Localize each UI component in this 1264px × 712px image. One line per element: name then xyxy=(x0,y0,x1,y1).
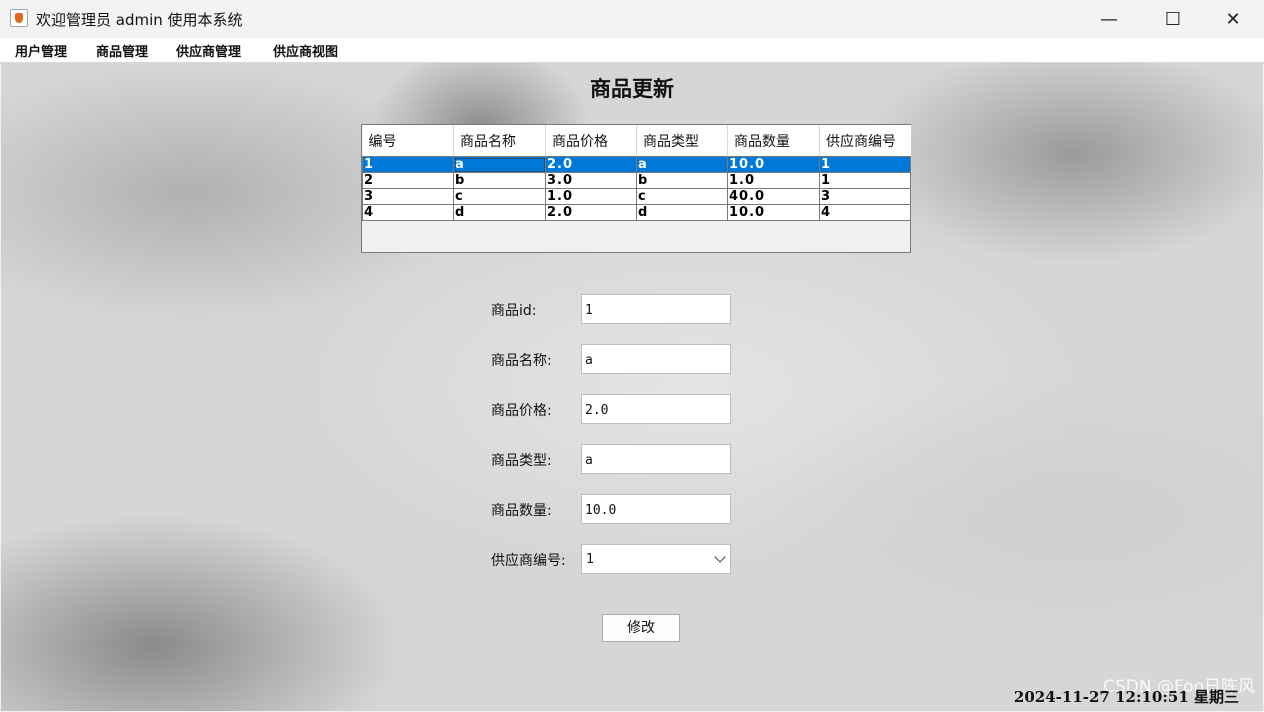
table-cell[interactable]: b xyxy=(453,172,546,189)
table-cell[interactable]: a xyxy=(453,156,546,173)
column-header-quantity[interactable]: 商品数量 xyxy=(727,125,820,157)
table-cell[interactable]: c xyxy=(453,188,546,205)
product-id-field[interactable]: 1 xyxy=(581,294,731,324)
table-header: 编号 商品名称 商品价格 商品类型 商品数量 供应商编号 xyxy=(362,125,911,157)
table-cell[interactable]: 40.0 xyxy=(727,188,820,205)
content-panel: 商品更新 编号 商品名称 商品价格 商品类型 商品数量 供应商编号 1 a 2.… xyxy=(1,63,1263,711)
table-cell[interactable]: 1 xyxy=(819,172,911,189)
table-row[interactable]: 3 c 1.0 c 40.0 3 xyxy=(362,188,911,205)
table-cell[interactable]: 3 xyxy=(819,188,911,205)
table-cell[interactable]: 3.0 xyxy=(545,172,637,189)
chevron-down-icon[interactable] xyxy=(714,551,726,563)
product-quantity-label: 商品数量: xyxy=(491,503,552,519)
menu-supplier-view[interactable]: 供应商视图 xyxy=(273,41,338,60)
table-cell[interactable]: 2.0 xyxy=(545,156,637,173)
status-clock: 2024-11-27 12:10:51 星期三 xyxy=(1013,688,1239,706)
table-cell[interactable]: 1 xyxy=(362,156,454,173)
table-cell[interactable]: 3 xyxy=(362,188,454,205)
column-header-price[interactable]: 商品价格 xyxy=(545,125,637,157)
product-table[interactable]: 编号 商品名称 商品价格 商品类型 商品数量 供应商编号 1 a 2.0 a 1… xyxy=(361,124,911,253)
table-cell[interactable]: 4 xyxy=(362,204,454,221)
product-quantity-field[interactable]: 10.0 xyxy=(581,494,731,524)
product-type-field[interactable]: a xyxy=(581,444,731,474)
table-cell[interactable]: 1.0 xyxy=(727,172,820,189)
title-bar: 欢迎管理员 admin 使用本系统 — ☐ ✕ xyxy=(0,0,1264,38)
product-name-field[interactable]: a xyxy=(581,344,731,374)
table-cell[interactable]: a xyxy=(636,156,728,173)
table-cell[interactable]: 1.0 xyxy=(545,188,637,205)
java-app-icon xyxy=(10,9,28,27)
modify-button[interactable]: 修改 xyxy=(602,614,680,642)
table-cell[interactable]: 2.0 xyxy=(545,204,637,221)
product-id-label: 商品id: xyxy=(491,303,537,319)
column-header-name[interactable]: 商品名称 xyxy=(453,125,546,157)
table-row[interactable]: 2 b 3.0 b 1.0 1 xyxy=(362,172,911,189)
table-cell[interactable]: 1 xyxy=(819,156,911,173)
close-button[interactable]: ✕ xyxy=(1202,0,1264,38)
column-header-type[interactable]: 商品类型 xyxy=(636,125,728,157)
table-cell[interactable]: d xyxy=(453,204,546,221)
product-type-label: 商品类型: xyxy=(491,453,552,469)
menu-bar: 用户管理 商品管理 供应商管理 供应商视图 xyxy=(0,38,1264,63)
window-title: 欢迎管理员 admin 使用本系统 xyxy=(36,11,243,29)
menu-product-management[interactable]: 商品管理 xyxy=(96,41,148,60)
menu-supplier-management[interactable]: 供应商管理 xyxy=(176,41,241,60)
table-row[interactable]: 4 d 2.0 d 10.0 4 xyxy=(362,204,911,221)
menu-user-management[interactable]: 用户管理 xyxy=(15,41,67,60)
product-price-label: 商品价格: xyxy=(491,403,552,419)
supplier-id-select[interactable]: 1 xyxy=(581,544,731,574)
table-cell[interactable]: 2 xyxy=(362,172,454,189)
table-cell[interactable]: 10.0 xyxy=(727,204,820,221)
table-row[interactable]: 1 a 2.0 a 10.0 1 xyxy=(362,156,911,173)
page-title: 商品更新 xyxy=(590,76,674,101)
table-cell[interactable]: 4 xyxy=(819,204,911,221)
table-cell[interactable]: d xyxy=(636,204,728,221)
column-header-supplier-id[interactable]: 供应商编号 xyxy=(819,125,911,157)
maximize-button[interactable]: ☐ xyxy=(1142,0,1204,38)
product-name-label: 商品名称: xyxy=(491,353,552,369)
supplier-id-value: 1 xyxy=(586,552,595,567)
table-cell[interactable]: 10.0 xyxy=(727,156,820,173)
table-cell[interactable]: c xyxy=(636,188,728,205)
table-cell[interactable]: b xyxy=(636,172,728,189)
column-header-id[interactable]: 编号 xyxy=(362,125,454,157)
minimize-button[interactable]: — xyxy=(1078,0,1140,38)
product-price-field[interactable]: 2.0 xyxy=(581,394,731,424)
supplier-id-label: 供应商编号: xyxy=(491,553,566,569)
